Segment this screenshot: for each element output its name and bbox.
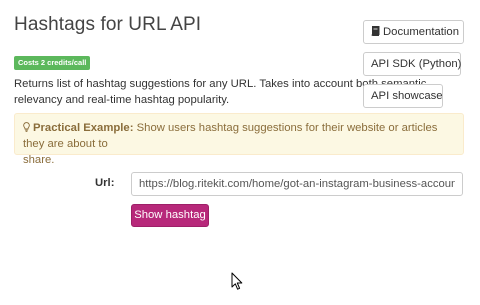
- alert-label: Practical Example:: [33, 122, 134, 134]
- description-line-1: Returns list of hashtag suggestions for …: [14, 78, 427, 90]
- mouse-pointer-icon: [231, 272, 243, 290]
- page: Hashtags for URL API Costs 2 credits/cal…: [0, 0, 480, 305]
- api-showcase-label: API showcase: [371, 90, 443, 102]
- practical-example-alert: Practical Example: Show users hashtag su…: [14, 113, 464, 166]
- alert-text-line-2: share.: [23, 154, 55, 166]
- api-showcase-button[interactable]: API showcase: [363, 84, 443, 108]
- documentation-button[interactable]: Documentation: [363, 20, 464, 44]
- page-title: Hashtags for URL API: [14, 14, 202, 35]
- api-description: Returns list of hashtag suggestions for …: [14, 76, 427, 108]
- url-label: Url:: [95, 177, 115, 189]
- api-sdk-button[interactable]: API SDK (Python): [363, 52, 461, 76]
- show-hashtag-button[interactable]: Show hashtag: [131, 204, 209, 227]
- description-line-2: relevancy and real-time hashtag populari…: [14, 94, 230, 106]
- cost-badge: Costs 2 credits/call: [14, 56, 91, 70]
- api-sdk-label: API SDK (Python): [371, 58, 462, 70]
- book-icon: [371, 26, 380, 36]
- url-input[interactable]: [131, 172, 463, 196]
- lightbulb-icon: [23, 122, 30, 132]
- documentation-label: Documentation: [383, 26, 459, 38]
